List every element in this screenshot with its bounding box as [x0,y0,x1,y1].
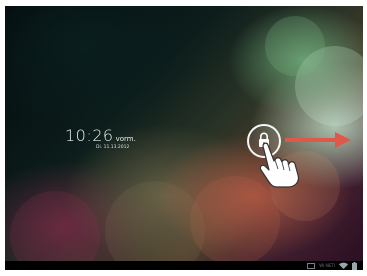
clock-ampm: vorm. [115,135,136,143]
clock-time: 10:26 [65,126,114,145]
status-bar: WI-NETI [5,261,363,270]
status-bar-right: WI-NETI [307,261,357,270]
clock-date: Di. 11.13.2012 [96,145,130,150]
lockscreen-clock: 10:26 vorm. [65,126,136,146]
tablet-screen: 10:26 vorm. Di. 11.13.2012 WI-NETI [5,6,363,270]
wifi-icon [339,262,348,269]
network-name: WI-NETI [319,263,335,268]
battery-icon [352,261,357,270]
screenshot-icon [307,262,316,269]
pointing-hand-icon [259,142,300,188]
